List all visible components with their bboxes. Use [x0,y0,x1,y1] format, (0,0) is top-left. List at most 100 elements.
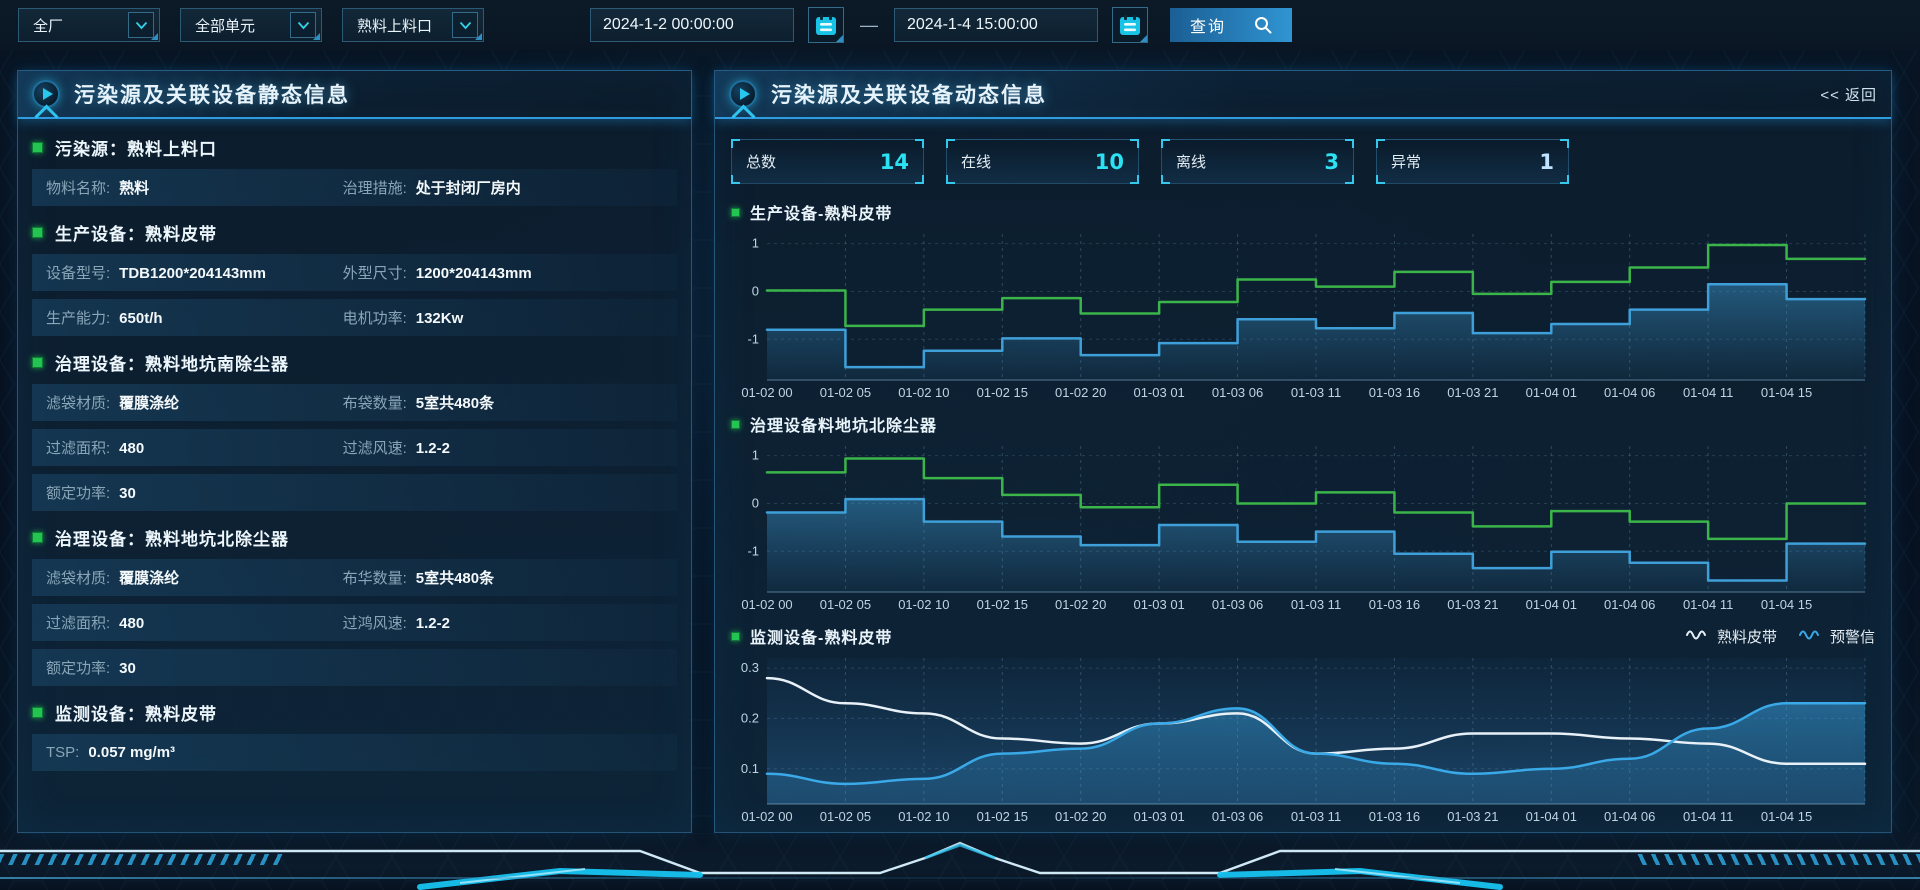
chart-header: 治理设备料地坑北除尘器 [731,410,1875,438]
svg-text:01-02 15: 01-02 15 [977,385,1028,400]
svg-text:0: 0 [752,495,759,510]
start-date-calendar-button[interactable] [808,7,844,43]
field-pair: 布华数量:5室共480条 [343,567,495,588]
stat-card-2: 在线10 [946,139,1139,184]
section-title: 治理设备：熟料地坑南除尘器 [32,344,677,380]
svg-text:01-03 21: 01-03 21 [1447,809,1498,824]
corner-bracket [1161,139,1170,148]
field-label: TSP: [46,744,79,761]
svg-text:0.2: 0.2 [741,710,759,725]
table-row: 额定功率: 30 [32,474,677,511]
legend-item[interactable]: 预警信 [1799,626,1875,647]
green-square-icon [731,632,740,641]
start-date-input[interactable]: 2024-1-2 00:00:00 [590,8,794,42]
field-label: 额定功率: [46,482,110,503]
legend-item[interactable]: 熟料皮带 [1686,626,1777,647]
date-range-separator: — [860,15,878,36]
svg-text:01-04 01: 01-04 01 [1526,809,1577,824]
field-pair: 过鸿风速:1.2-2 [343,612,450,633]
svg-text:01-03 11: 01-03 11 [1291,385,1341,400]
table-row: 过滤面积:480过滤风速:1.2-2 [32,429,677,466]
back-link[interactable]: << 返回 [1820,84,1877,105]
static-info-panel: 污染源及关联设备静态信息 污染源：熟料上料口物料名称:熟料治理措施:处于封闭厂房… [17,70,692,833]
stat-card-1: 总数14 [731,139,924,184]
footer-hatch-right [1635,854,1920,865]
query-button[interactable]: 查询 [1170,8,1292,42]
top-toolbar: 全厂全部单元熟料上料口 2024-1-2 00:00:00 — 2024-1-4… [0,0,1920,50]
section-title: 治理设备：熟料地坑北除尘器 [32,519,677,555]
field-value: 650t/h [119,310,162,327]
corner-bracket [731,139,740,148]
legend-label: 预警信 [1830,626,1875,647]
filter-select-1[interactable]: 全厂 [18,8,160,42]
svg-text:0: 0 [752,283,759,298]
table-row: 滤袋材质:覆膜涤纶布华数量:5室共480条 [32,559,677,596]
field-value: 30 [119,485,136,502]
chart-title: 监测设备-熟料皮带 [750,624,892,648]
chart-title: 治理设备料地坑北除尘器 [750,412,937,436]
section-title-text: 治理设备：熟料地坑北除尘器 [55,525,289,550]
svg-text:-1: -1 [747,331,759,346]
corner-bracket [1130,139,1139,148]
svg-text:01-03 11: 01-03 11 [1291,809,1341,824]
stat-value: 14 [880,150,909,174]
svg-text:01-04 15: 01-04 15 [1761,385,1812,400]
svg-text:01-02 10: 01-02 10 [898,385,949,400]
corner-bracket [946,175,955,184]
svg-text:01-03 21: 01-03 21 [1447,385,1498,400]
field-label: 设备型号: [46,262,110,283]
field-value: TDB1200*204143mm [119,265,266,282]
chart-legend: 熟料皮带 预警信 [1686,626,1875,647]
field-value: 30 [119,660,136,677]
svg-text:01-03 16: 01-03 16 [1369,809,1420,824]
dynamic-panel-header: 污染源及关联设备动态信息 << 返回 [715,71,1891,119]
svg-text:01-04 15: 01-04 15 [1761,809,1812,824]
stat-label: 在线 [961,151,991,172]
field-label: 滤袋材质: [46,567,110,588]
filter-select-2[interactable]: 全部单元 [180,8,322,42]
svg-text:01-02 00: 01-02 00 [741,385,792,400]
corner-bracket [1560,139,1569,148]
static-panel-header: 污染源及关联设备静态信息 [18,71,691,119]
field-pair: 生产能力: 650t/h [46,307,343,328]
static-panel-title: 污染源及关联设备静态信息 [74,79,350,109]
field-pair: 滤袋材质:覆膜涤纶 [46,392,343,413]
chevron-down-icon[interactable] [452,12,478,38]
field-label: 滤袋材质: [46,392,110,413]
chevron-down-icon[interactable] [290,12,316,38]
chart-plot: 0.30.20.101-02 0001-02 0501-02 1001-02 1… [731,650,1877,828]
svg-text:01-02 00: 01-02 00 [741,809,792,824]
svg-text:01-03 16: 01-03 16 [1369,385,1420,400]
field-value: 处于封闭厂房内 [416,177,521,198]
search-icon [1254,16,1272,34]
svg-text:-1: -1 [747,543,759,558]
svg-text:01-02 05: 01-02 05 [820,597,871,612]
table-row: 设备型号:TDB1200*204143mm外型尺寸:1200*204143mm [32,254,677,291]
field-label: 生产能力: [46,307,110,328]
chart-block-1: 生产设备-熟料皮带10-101-02 0001-02 0501-02 1001-… [731,198,1875,404]
dynamic-info-body: 总数14在线10离线3异常1 生产设备-熟料皮带10-101-02 0001-0… [715,119,1891,828]
chart-block-3: 监测设备-熟料皮带熟料皮带预警信0.30.20.101-02 0001-02 0… [731,622,1875,828]
svg-text:01-02 20: 01-02 20 [1055,385,1106,400]
legend-label: 熟料皮带 [1717,626,1777,647]
dynamic-info-panel: 污染源及关联设备动态信息 << 返回 总数14在线10离线3异常1 生产设备-熟… [714,70,1892,833]
svg-text:0.1: 0.1 [741,761,759,776]
filter-select-3[interactable]: 熟料上料口 [342,8,484,42]
table-row: 过滤面积:480过鸿风速:1.2-2 [32,604,677,641]
end-date-calendar-button[interactable] [1112,7,1148,43]
field-value: 0.057 mg/m³ [88,744,175,761]
field-pair: 额定功率: 30 [46,482,343,503]
svg-text:1: 1 [752,448,759,463]
stat-label: 异常 [1391,151,1421,172]
table-row: TSP: 0.057 mg/m³ [32,734,677,771]
field-label: 治理措施: [343,177,407,198]
section-title-text: 污染源：熟料上料口 [55,135,217,160]
play-icon [729,80,757,108]
end-date-input[interactable]: 2024-1-4 15:00:00 [894,8,1098,42]
calendar-icon [1118,13,1142,37]
field-pair: 过滤风速:1.2-2 [343,437,450,458]
corner-bracket [1376,175,1385,184]
static-info-body: 污染源：熟料上料口物料名称:熟料治理措施:处于封闭厂房内生产设备：熟料皮带设备型… [18,119,691,789]
charts-container: 生产设备-熟料皮带10-101-02 0001-02 0501-02 1001-… [731,198,1875,828]
chevron-down-icon[interactable] [128,12,154,38]
